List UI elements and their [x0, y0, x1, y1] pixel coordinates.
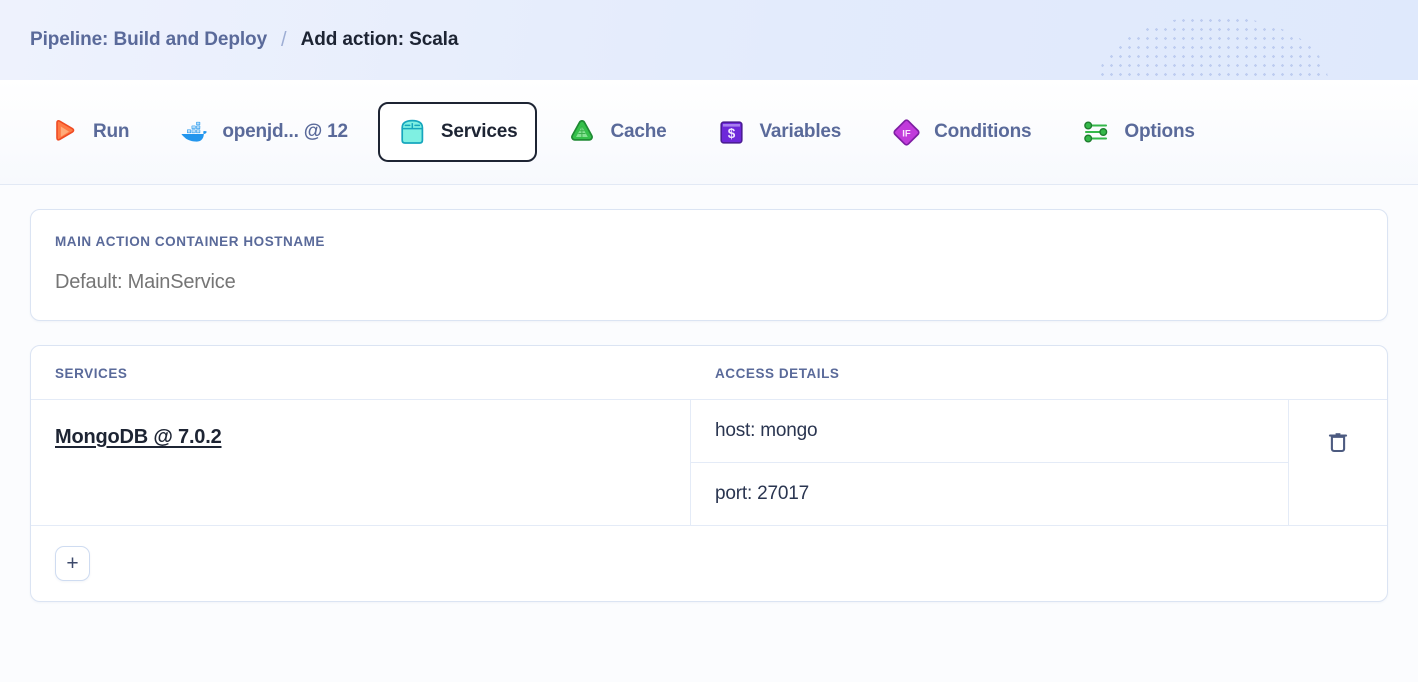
- hostname-card: Main action container hostname: [30, 209, 1388, 321]
- tab-conditions-label: Conditions: [934, 121, 1031, 143]
- options-icon: [1081, 117, 1111, 147]
- access-detail-port: port: 27017: [691, 462, 1288, 525]
- tab-variables[interactable]: $ Variables: [697, 102, 862, 162]
- tab-cache-label: Cache: [610, 121, 666, 143]
- page-header: Pipeline: Build and Deploy / Add action:…: [0, 0, 1418, 80]
- tab-services[interactable]: Services: [378, 102, 538, 162]
- services-table-header: Services Access details: [31, 346, 1387, 400]
- tab-options-label: Options: [1124, 121, 1194, 143]
- breadcrumb-separator: /: [281, 29, 287, 52]
- cache-icon: [567, 117, 597, 147]
- breadcrumb-current: Add action: Scala: [301, 29, 459, 51]
- services-table: Services Access details MongoDB @ 7.0.2 …: [30, 345, 1388, 602]
- tab-options[interactable]: Options: [1061, 102, 1214, 162]
- breadcrumb-parent-link[interactable]: Pipeline: Build and Deploy: [30, 29, 267, 51]
- svg-text:IF: IF: [902, 128, 911, 139]
- tab-docker-image-label: openjd... @ 12: [222, 121, 348, 143]
- service-link-mongodb[interactable]: MongoDB @ 7.0.2: [55, 426, 222, 449]
- svg-text:$: $: [728, 126, 736, 141]
- services-icon: [398, 117, 428, 147]
- add-service-row: +: [31, 526, 1387, 601]
- column-header-access-details: Access details: [691, 346, 1289, 399]
- trash-icon: [1327, 442, 1349, 457]
- header-dot-pattern: [1098, 16, 1328, 80]
- access-detail-host: host: mongo: [691, 400, 1288, 462]
- main-content: Main action container hostname Services …: [0, 185, 1418, 602]
- tab-run-label: Run: [93, 121, 129, 143]
- delete-service-button[interactable]: [1325, 428, 1351, 456]
- breadcrumb: Pipeline: Build and Deploy / Add action:…: [30, 29, 458, 52]
- access-details-cell: host: mongo port: 27017: [691, 400, 1289, 525]
- column-header-actions: [1289, 346, 1387, 399]
- variables-icon: $: [717, 117, 747, 147]
- add-service-button[interactable]: +: [55, 546, 90, 581]
- tab-services-label: Services: [441, 121, 518, 143]
- hostname-input[interactable]: [55, 271, 1363, 294]
- hostname-label: Main action container hostname: [55, 234, 1363, 249]
- conditions-icon: IF: [891, 117, 921, 147]
- tab-variables-label: Variables: [760, 121, 842, 143]
- tab-cache[interactable]: Cache: [547, 102, 686, 162]
- table-row: MongoDB @ 7.0.2 host: mongo port: 27017: [31, 400, 1387, 526]
- action-tab-bar: Run: [0, 80, 1418, 185]
- play-icon: [50, 117, 80, 147]
- row-actions-cell: [1289, 400, 1387, 525]
- column-header-services: Services: [31, 346, 691, 399]
- tab-docker-image[interactable]: openjd... @ 12: [159, 102, 368, 162]
- tab-conditions[interactable]: IF Conditions: [871, 102, 1051, 162]
- service-name-cell: MongoDB @ 7.0.2: [31, 400, 691, 525]
- docker-icon: [179, 117, 209, 147]
- tab-run[interactable]: Run: [30, 102, 149, 162]
